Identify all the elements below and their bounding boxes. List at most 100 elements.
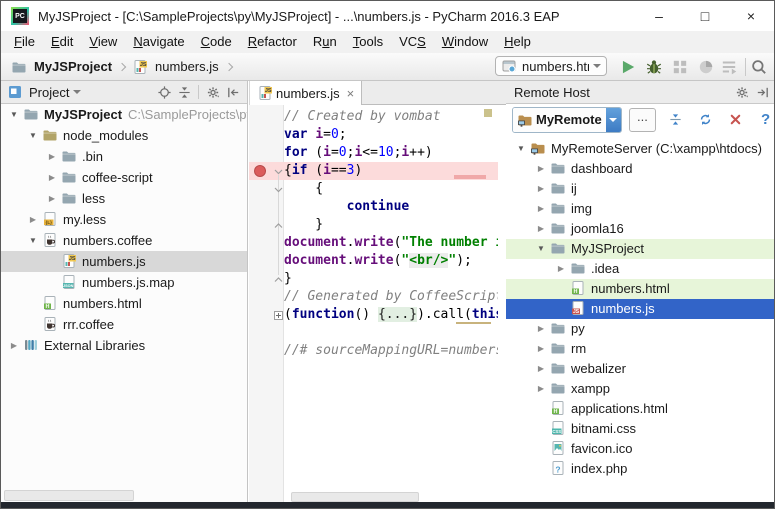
menu-vcs[interactable]: VCS (391, 31, 434, 53)
fold-close-icon[interactable] (274, 221, 283, 230)
tree-item-py[interactable]: ▶py (506, 319, 775, 339)
menu-refactor[interactable]: Refactor (240, 31, 305, 53)
help-icon[interactable]: ? (755, 110, 775, 130)
tree-item-myremoteserver-c-xampp-htdocs-[interactable]: ▼MyRemoteServer (C:\xampp\htdocs) (506, 139, 775, 159)
scroll-to-source-icon[interactable] (154, 83, 174, 101)
browse-button[interactable]: ... (629, 108, 657, 132)
expand-down-icon[interactable]: ▼ (512, 139, 530, 159)
tree-item-myjsproject[interactable]: ▼MyJSProjectC:\SampleProjects\py\M (1, 104, 247, 125)
expand-right-icon[interactable]: ▶ (5, 335, 23, 356)
menu-run[interactable]: Run (305, 31, 345, 53)
fold-open-icon[interactable] (274, 167, 283, 176)
minimize-button[interactable]: – (636, 1, 682, 31)
menu-edit[interactable]: Edit (43, 31, 81, 53)
menu-window[interactable]: Window (434, 31, 496, 53)
code-editor[interactable]: // Created by vombatvar i=0;for (i=0;i<=… (249, 105, 506, 504)
debug-button[interactable] (645, 58, 663, 76)
breadcrumb-numbers.js[interactable]: numbers.js (155, 59, 219, 74)
expand-right-icon[interactable]: ▶ (43, 167, 61, 188)
close-button[interactable]: × (728, 1, 774, 31)
menu-view[interactable]: View (81, 31, 125, 53)
project-hscrollbar[interactable] (4, 490, 134, 501)
tree-item-img[interactable]: ▶ img (506, 199, 775, 219)
expand-right-icon[interactable]: ▶ (43, 146, 61, 167)
tree-item-node-modules[interactable]: ▼node_modules (1, 125, 247, 146)
expand-right-icon[interactable]: ▶ (532, 339, 550, 359)
item-label: img (571, 199, 592, 219)
gear-icon[interactable] (203, 83, 223, 101)
run-button[interactable] (619, 58, 637, 76)
hide-panel-icon[interactable] (752, 83, 772, 101)
fold-plus-icon[interactable] (274, 311, 283, 320)
tree-item-rm[interactable]: ▶rm (506, 339, 775, 359)
tree-item-numbers.html[interactable]: Hnumbers.html (1, 293, 247, 314)
menu-help[interactable]: Help (496, 31, 539, 53)
item-label: numbers.js (591, 299, 655, 319)
tree-item-xampp[interactable]: ▶xampp (506, 379, 775, 399)
expand-right-icon[interactable]: ▶ (532, 379, 550, 399)
collapse-all-icon[interactable] (174, 83, 194, 101)
fold-open-icon[interactable] (274, 185, 283, 194)
expand-down-icon[interactable]: ▼ (24, 230, 42, 251)
tree-item-numbers.js[interactable]: JSnumbers.js (506, 299, 775, 319)
tree-item-numbers.js.map[interactable]: JSONnumbers.js.map (1, 272, 247, 293)
tab-numbers-js[interactable]: JS numbers.js × (249, 81, 362, 105)
hide-panel-icon[interactable] (223, 83, 243, 101)
expand-right-icon[interactable]: ▶ (552, 259, 570, 279)
expand-right-icon[interactable]: ▶ (24, 209, 42, 230)
editor-hscrollbar[interactable] (291, 492, 419, 502)
collapse-all-icon[interactable] (665, 110, 686, 130)
close-tab-icon[interactable]: × (347, 86, 355, 101)
chevron-down-icon[interactable] (73, 90, 81, 98)
fold-close-icon[interactable] (274, 275, 283, 284)
expand-down-icon[interactable]: ▼ (5, 104, 23, 125)
folder-icon (61, 146, 81, 167)
tree-item-numbers.js[interactable]: JSnumbers.js (1, 251, 247, 272)
tree-item-external-libraries[interactable]: ▶External Libraries (1, 335, 247, 356)
expand-right-icon[interactable]: ▶ (532, 319, 550, 339)
breakpoint-icon[interactable] (254, 165, 266, 177)
expand-down-icon[interactable]: ▼ (24, 125, 42, 146)
server-select-dropdown[interactable] (606, 108, 621, 132)
profiler-button (697, 58, 715, 76)
search-everywhere-icon[interactable] (750, 58, 768, 76)
refresh-icon[interactable] (695, 110, 716, 130)
gear-icon[interactable] (732, 83, 752, 101)
tree-item-bitnami.css[interactable]: CSSbitnami.css (506, 419, 775, 439)
expand-right-icon[interactable]: ▶ (532, 179, 550, 199)
tree-item-numbers.html[interactable]: Hnumbers.html (506, 279, 775, 299)
server-select[interactable]: MyRemoteS (512, 107, 622, 133)
tree-item-numbers.coffee[interactable]: ▼numbers.coffee (1, 230, 247, 251)
tree-item-index.php[interactable]: ?index.php (506, 459, 775, 479)
expand-right-icon[interactable]: ▶ (532, 159, 550, 179)
expand-down-icon[interactable]: ▼ (532, 239, 550, 259)
menu-file[interactable]: File (6, 31, 43, 53)
breadcrumb-myjsproject[interactable]: MyJSProject (34, 59, 112, 74)
tree-item-my.less[interactable]: ▶{L}my.less (1, 209, 247, 230)
expand-right-icon[interactable]: ▶ (532, 219, 550, 239)
tree-item-.idea[interactable]: ▶.idea (506, 259, 775, 279)
tree-item-webalizer[interactable]: ▶webalizer (506, 359, 775, 379)
tree-item-myjsproject[interactable]: ▼MyJSProject (506, 239, 775, 259)
expand-right-icon[interactable]: ▶ (532, 199, 550, 219)
tree-item-rrr.coffee[interactable]: rrr.coffee (1, 314, 247, 335)
maximize-button[interactable]: □ (682, 1, 728, 31)
server-combo-label: MyRemoteS (536, 112, 602, 127)
expand-right-icon[interactable]: ▶ (43, 188, 61, 209)
tree-item-dashboard[interactable]: ▶dashboard (506, 159, 775, 179)
tree-item-less[interactable]: ▶less (1, 188, 247, 209)
disconnect-icon[interactable] (725, 110, 746, 130)
tree-item-ij[interactable]: ▶ij (506, 179, 775, 199)
tree-item-.bin[interactable]: ▶.bin (1, 146, 247, 167)
tree-item-joomla16[interactable]: ▶joomla16 (506, 219, 775, 239)
code-text[interactable]: // Created by vombatvar i=0;for (i=0;i<=… (284, 108, 498, 504)
menu-code[interactable]: Code (193, 31, 240, 53)
menu-tools[interactable]: Tools (345, 31, 391, 53)
tree-item-applications.html[interactable]: Happlications.html (506, 399, 775, 419)
expand-right-icon[interactable]: ▶ (532, 359, 550, 379)
menu-navigate[interactable]: Navigate (125, 31, 192, 53)
tree-item-coffee-script[interactable]: ▶coffee-script (1, 167, 247, 188)
tree-item-favicon.ico[interactable]: favicon.ico (506, 439, 775, 459)
run-configuration-select[interactable]: numbers.html (495, 56, 607, 76)
inspection-status-square[interactable] (484, 109, 492, 117)
